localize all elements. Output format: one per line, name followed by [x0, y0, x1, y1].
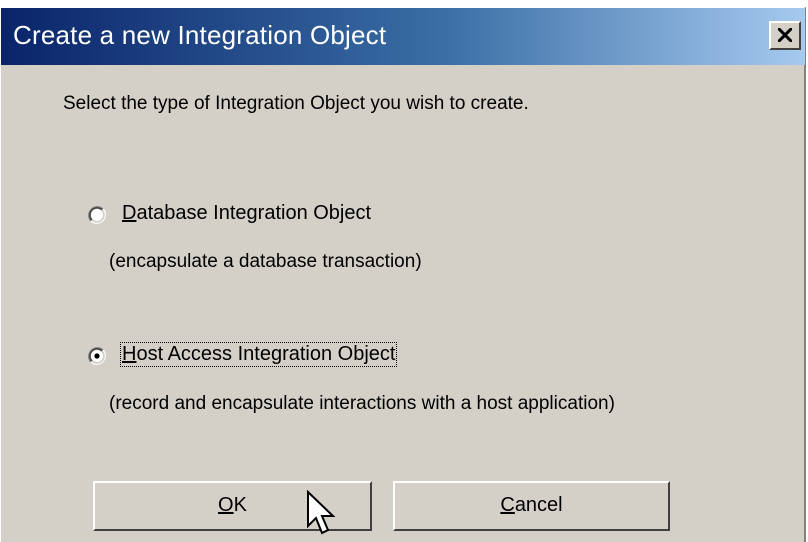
description-database: (encapsulate a database transaction): [109, 251, 422, 272]
label-rest-host-access: ost Access Integration Object: [136, 343, 396, 365]
radio-unselected-icon[interactable]: [87, 205, 107, 225]
close-button[interactable]: [769, 21, 801, 50]
mnemonic-o: O: [218, 494, 234, 516]
radio-selected-icon[interactable]: [87, 346, 107, 366]
close-icon: [778, 28, 792, 42]
instruction-text: Select the type of Integration Object yo…: [63, 93, 529, 114]
mnemonic-h: H: [122, 343, 137, 365]
mouse-pointer-icon: [307, 490, 336, 535]
radio-label-database[interactable]: Database Integration Object: [121, 202, 372, 225]
title-bar[interactable]: Create a new Integration Object: [1, 8, 805, 65]
ok-label-rest: K: [233, 494, 247, 516]
radio-label-host-access[interactable]: Host Access Integration Object: [119, 342, 398, 367]
cancel-label-rest: ancel: [514, 494, 563, 516]
description-host-access: (record and encapsulate interactions wit…: [109, 393, 615, 414]
create-integration-object-dialog: Create a new Integration Object Select t…: [0, 7, 806, 542]
mnemonic-c: C: [500, 494, 515, 516]
dialog-title: Create a new Integration Object: [13, 20, 387, 50]
mnemonic-d: D: [122, 202, 137, 224]
label-rest-database: atabase Integration Object: [136, 202, 372, 224]
cancel-button[interactable]: Cancel: [393, 481, 670, 531]
